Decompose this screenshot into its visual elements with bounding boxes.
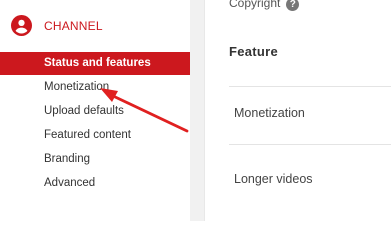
row-divider bbox=[229, 86, 391, 87]
sidebar-item-monetization[interactable]: Monetization bbox=[0, 76, 190, 99]
sidebar: CHANNEL Status and features Monetization… bbox=[0, 0, 190, 221]
app-window: CHANNEL Status and features Monetization… bbox=[0, 0, 391, 221]
sidebar-item-advanced[interactable]: Advanced bbox=[0, 172, 190, 195]
copyright-label: Copyright bbox=[229, 0, 281, 10]
feature-heading: Feature bbox=[229, 44, 279, 59]
feature-row-monetization: Monetization bbox=[234, 106, 305, 120]
row-divider bbox=[229, 144, 391, 145]
sidebar-title: CHANNEL bbox=[44, 19, 103, 33]
sidebar-item-featured-content[interactable]: Featured content bbox=[0, 124, 190, 147]
feature-row-longer-videos: Longer videos bbox=[234, 172, 313, 186]
sidebar-header[interactable]: CHANNEL bbox=[0, 0, 190, 50]
column-gap bbox=[190, 0, 204, 221]
sidebar-item-status-and-features[interactable]: Status and features bbox=[0, 52, 190, 75]
sidebar-item-upload-defaults[interactable]: Upload defaults bbox=[0, 100, 190, 123]
copyright-row: Copyright? bbox=[229, 0, 300, 11]
sidebar-item-branding[interactable]: Branding bbox=[0, 148, 190, 171]
person-icon bbox=[11, 15, 32, 36]
main-content: Copyright? Feature Monetization Longer v… bbox=[205, 0, 391, 221]
help-icon[interactable]: ? bbox=[286, 0, 300, 11]
